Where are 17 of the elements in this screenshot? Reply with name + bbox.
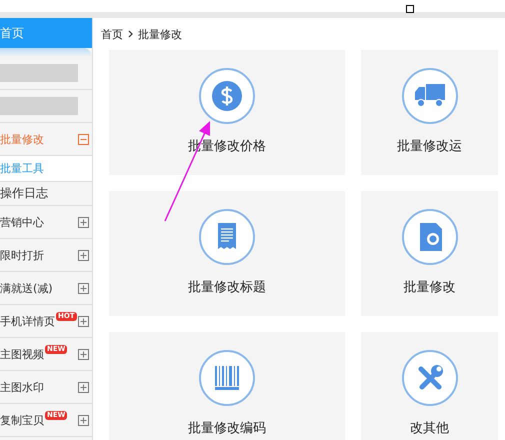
tile-label: 批量修改: [404, 279, 456, 296]
tile-card[interactable]: 批量修改: [361, 191, 498, 316]
tile-card[interactable]: 批量修改运: [361, 50, 498, 175]
sidebar-item[interactable]: 营销中心: [0, 206, 92, 239]
sidebar-item[interactable]: 操作日志: [0, 182, 92, 206]
tile-card[interactable]: 改其他: [361, 332, 498, 440]
breadcrumb-link[interactable]: 批量修改: [138, 26, 182, 42]
tile-label: 改其他: [410, 420, 449, 437]
sidebar-item[interactable]: 满就送(减): [0, 272, 92, 305]
tile-card[interactable]: 批量修改标题: [109, 191, 345, 316]
sidebar-item[interactable]: 主图水印: [0, 371, 92, 404]
tile-label: 批量修改编码: [188, 420, 266, 437]
tile-card[interactable]: 批量修改编码: [109, 332, 345, 440]
breadcrumb-link[interactable]: 首页: [101, 26, 123, 42]
tile-label: 批量修改运: [397, 138, 462, 155]
sidebar-item[interactable]: 限时打折: [0, 239, 92, 272]
tile-label: 批量修改标题: [188, 279, 266, 296]
